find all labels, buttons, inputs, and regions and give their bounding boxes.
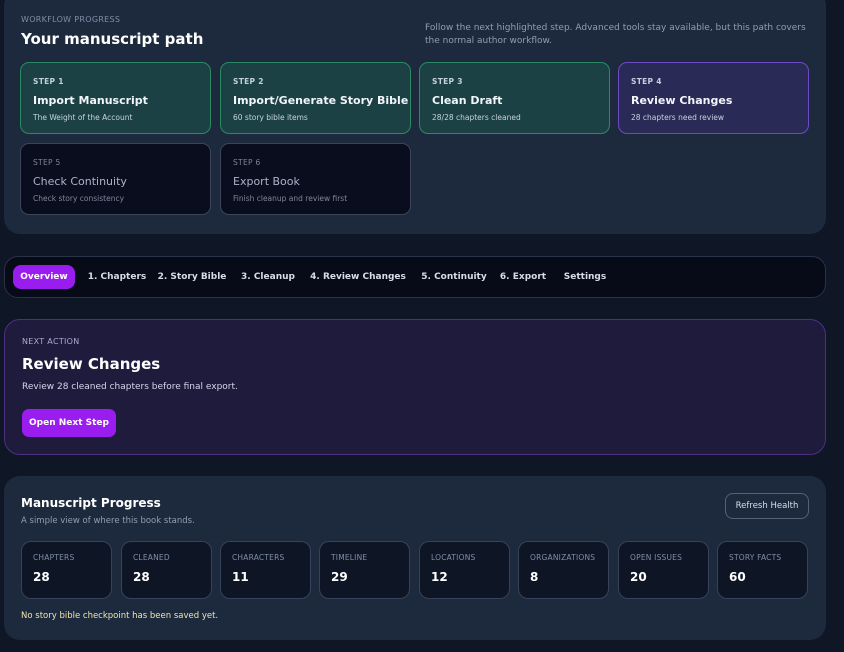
workflow-progress-panel: WORKFLOW PROGRESS Your manuscript path F… bbox=[4, 0, 826, 234]
step-title: Check Continuity bbox=[33, 175, 127, 188]
tab-review-changes[interactable]: 4. Review Changes bbox=[309, 265, 407, 289]
stat-label: LOCATIONS bbox=[431, 553, 476, 562]
step-card-clean-draft[interactable]: STEP 3 Clean Draft 28/28 chapters cleane… bbox=[419, 62, 610, 134]
stat-value: 28 bbox=[33, 570, 50, 584]
stat-card-characters: CHARACTERS 11 bbox=[220, 541, 311, 599]
stat-card-chapters: CHAPTERS 28 bbox=[21, 541, 112, 599]
stat-card-open-issues: OPEN ISSUES 20 bbox=[618, 541, 709, 599]
refresh-health-button[interactable]: Refresh Health bbox=[725, 493, 809, 519]
stat-label: OPEN ISSUES bbox=[630, 553, 683, 562]
step-number: STEP 5 bbox=[33, 158, 61, 167]
step-card-story-bible[interactable]: STEP 2 Import/Generate Story Bible 60 st… bbox=[220, 62, 411, 134]
open-next-step-button[interactable]: Open Next Step bbox=[22, 409, 116, 437]
checkpoint-warning: No story bible checkpoint has been saved… bbox=[21, 611, 219, 621]
step-title: Import/Generate Story Bible bbox=[233, 94, 409, 107]
step-number: STEP 4 bbox=[631, 77, 662, 86]
step-card-check-continuity[interactable]: STEP 5 Check Continuity Check story cons… bbox=[20, 143, 211, 215]
tab-export[interactable]: 6. Export bbox=[497, 265, 549, 289]
step-card-export-book[interactable]: STEP 6 Export Book Finish cleanup and re… bbox=[220, 143, 411, 215]
tab-bar: Overview 1. Chapters 2. Story Bible 3. C… bbox=[4, 256, 826, 298]
stat-card-locations: LOCATIONS 12 bbox=[419, 541, 510, 599]
step-subtitle: 28 chapters need review bbox=[631, 113, 725, 122]
tab-cleanup[interactable]: 3. Cleanup bbox=[237, 265, 299, 289]
stat-value: 29 bbox=[331, 570, 348, 584]
stat-label: STORY FACTS bbox=[729, 553, 782, 562]
step-number: STEP 2 bbox=[233, 77, 264, 86]
step-title: Export Book bbox=[233, 175, 300, 188]
workflow-description: Follow the next highlighted step. Advanc… bbox=[425, 23, 806, 46]
stat-label: CLEANED bbox=[133, 553, 170, 562]
step-subtitle: 60 story bible items bbox=[233, 113, 308, 122]
tab-chapters[interactable]: 1. Chapters bbox=[85, 265, 149, 289]
workflow-title: Your manuscript path bbox=[21, 30, 204, 48]
stat-card-story-facts: STORY FACTS 60 bbox=[717, 541, 808, 599]
stat-label: TIMELINE bbox=[331, 553, 368, 562]
tab-story-bible[interactable]: 2. Story Bible bbox=[157, 265, 227, 289]
stat-card-timeline: TIMELINE 29 bbox=[319, 541, 410, 599]
step-subtitle: Check story consistency bbox=[33, 194, 125, 203]
stat-value: 20 bbox=[630, 570, 647, 584]
step-title: Clean Draft bbox=[432, 94, 503, 107]
progress-title: Manuscript Progress bbox=[21, 496, 161, 510]
stat-value: 28 bbox=[133, 570, 150, 584]
stat-value: 12 bbox=[431, 570, 448, 584]
manuscript-progress-panel: Manuscript Progress A simple view of whe… bbox=[4, 476, 826, 640]
tab-continuity[interactable]: 5. Continuity bbox=[415, 265, 493, 289]
stat-value: 8 bbox=[530, 570, 539, 584]
tab-settings[interactable]: Settings bbox=[557, 265, 613, 289]
step-number: STEP 1 bbox=[33, 77, 64, 86]
stat-label: ORGANIZATIONS bbox=[530, 553, 596, 562]
tab-overview[interactable]: Overview bbox=[13, 265, 75, 289]
step-title: Import Manuscript bbox=[33, 94, 148, 107]
stat-value: 60 bbox=[729, 570, 746, 584]
step-card-import-manuscript[interactable]: STEP 1 Import Manuscript The Weight of t… bbox=[20, 62, 211, 134]
step-number: STEP 6 bbox=[233, 158, 261, 167]
next-action-eyebrow: NEXT ACTION bbox=[22, 337, 80, 346]
stat-card-cleaned: CLEANED 28 bbox=[121, 541, 212, 599]
step-number: STEP 3 bbox=[432, 77, 463, 86]
next-action-panel: NEXT ACTION Review Changes Review 28 cle… bbox=[4, 319, 826, 455]
stat-label: CHAPTERS bbox=[33, 553, 75, 562]
stat-value: 11 bbox=[232, 570, 249, 584]
step-subtitle: The Weight of the Account bbox=[33, 113, 133, 122]
stat-label: CHARACTERS bbox=[232, 553, 285, 562]
step-title: Review Changes bbox=[631, 94, 733, 107]
progress-subtitle: A simple view of where this book stands. bbox=[21, 516, 195, 526]
stat-card-organizations: ORGANIZATIONS 8 bbox=[518, 541, 609, 599]
next-action-description: Review 28 cleaned chapters before final … bbox=[22, 382, 238, 392]
next-action-title: Review Changes bbox=[22, 355, 161, 373]
step-subtitle: Finish cleanup and review first bbox=[233, 194, 348, 203]
workflow-eyebrow: WORKFLOW PROGRESS bbox=[21, 15, 121, 24]
step-card-review-changes[interactable]: STEP 4 Review Changes 28 chapters need r… bbox=[618, 62, 809, 134]
step-subtitle: 28/28 chapters cleaned bbox=[432, 113, 521, 122]
